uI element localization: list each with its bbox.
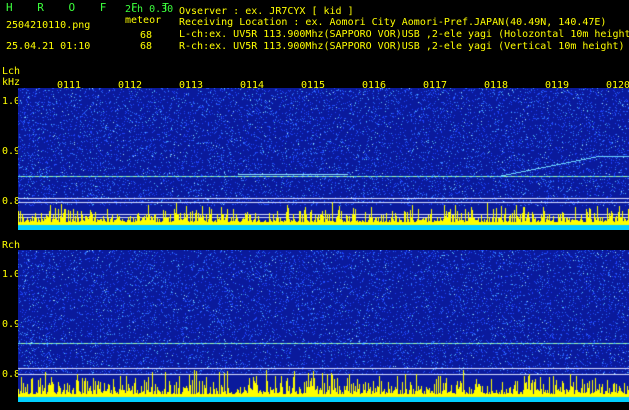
- rch-spectrogram: [18, 250, 629, 402]
- count-r: 68: [140, 41, 153, 52]
- location: Receiving Location : ex. Aomori City Aom…: [179, 17, 607, 28]
- filename: 2504210110.png: [6, 20, 91, 31]
- type-label: meteor: [125, 15, 162, 26]
- lch-label: Lch: [2, 66, 21, 77]
- observer: Ovserver : ex. JR7CYX [ kid ]: [179, 6, 354, 17]
- lch-unit: kHz: [2, 77, 21, 88]
- datetime: 25.04.21 01:10: [6, 41, 91, 52]
- rch-info: R-ch:ex. UV5R 113.900Mhz(SAPPORO VOR)USB…: [179, 41, 625, 52]
- count-l: 68: [140, 30, 153, 41]
- lch-info: L-ch:ex. UV5R 113.900Mhz(SAPPORO VOR)USB…: [179, 29, 629, 40]
- mode-label: 2ch 0.30: [125, 4, 174, 15]
- lch-spectrogram: [18, 88, 629, 230]
